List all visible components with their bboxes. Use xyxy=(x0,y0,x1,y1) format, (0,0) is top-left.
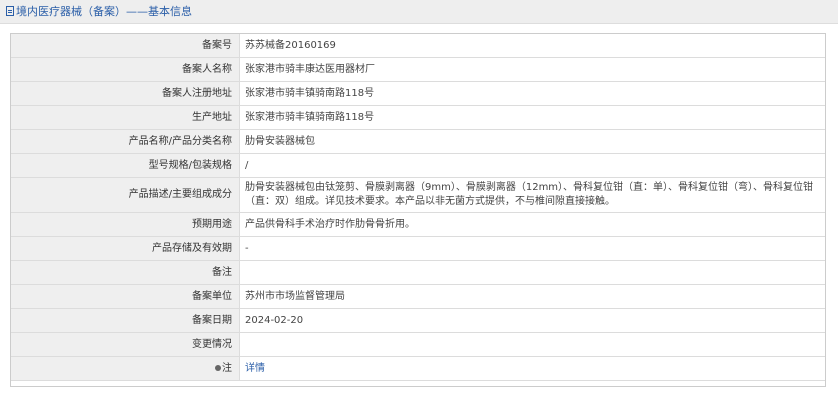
row-value: 张家港市骑丰镇骑南路118号 xyxy=(239,81,825,106)
table-row: 备案单位 苏州市市场监督管理局 xyxy=(11,284,825,309)
table-row: 生产地址 张家港市骑丰镇骑南路118号 xyxy=(11,105,825,130)
table-row: 备注 xyxy=(11,260,825,285)
row-label: 备注 xyxy=(11,260,240,285)
table-row: 产品存储及有效期 - xyxy=(11,236,825,261)
row-value: 张家港市骑丰康达医用器材厂 xyxy=(239,57,825,82)
row-value: 详情 xyxy=(239,356,825,381)
row-label: 产品名称/产品分类名称 xyxy=(11,129,240,154)
table-row: 备案号 苏苏械备20160169 xyxy=(11,34,825,58)
row-label: 备案号 xyxy=(11,34,240,58)
note-label: 注 xyxy=(11,356,240,381)
pin-icon xyxy=(215,364,221,371)
row-label: 备案日期 xyxy=(11,308,240,333)
table-row: 备案人名称 张家港市骑丰康达医用器材厂 xyxy=(11,57,825,82)
row-value xyxy=(239,260,825,285)
table-row: 预期用途 产品供骨科手术治疗时作肋骨骨折用。 xyxy=(11,212,825,237)
details-link[interactable]: 详情 xyxy=(245,363,265,374)
row-label: 备案单位 xyxy=(11,284,240,309)
table-row: 注 详情 xyxy=(11,356,825,381)
row-label: 型号规格/包装规格 xyxy=(11,153,240,178)
table-row: 备案日期 2024-02-20 xyxy=(11,308,825,333)
row-value: 肋骨安装器械包 xyxy=(239,129,825,154)
row-label: 生产地址 xyxy=(11,105,240,130)
table-row: 变更情况 xyxy=(11,332,825,357)
row-label: 备案人名称 xyxy=(11,57,240,82)
row-value: 苏州市市场监督管理局 xyxy=(239,284,825,309)
row-value: 肋骨安装器械包由钛笼剪、骨膜剥离器（9mm）、骨膜剥离器（12mm）、骨科复位钳… xyxy=(239,177,825,213)
row-value: - xyxy=(239,236,825,261)
row-value: 张家港市骑丰镇骑南路118号 xyxy=(239,105,825,130)
table-row: 产品描述/主要组成成分 肋骨安装器械包由钛笼剪、骨膜剥离器（9mm）、骨膜剥离器… xyxy=(11,177,825,213)
page-title-text: 境内医疗器械（备案）——基本信息 xyxy=(16,5,192,18)
row-label: 产品描述/主要组成成分 xyxy=(11,177,240,213)
row-value: / xyxy=(239,153,825,178)
document-icon xyxy=(6,6,14,16)
row-value xyxy=(239,332,825,357)
row-value: 产品供骨科手术治疗时作肋骨骨折用。 xyxy=(239,212,825,237)
row-label: 注 xyxy=(222,362,232,374)
row-label: 产品存储及有效期 xyxy=(11,236,240,261)
row-label: 变更情况 xyxy=(11,332,240,357)
table-row: 产品名称/产品分类名称 肋骨安装器械包 xyxy=(11,129,825,154)
table-row: 型号规格/包装规格 / xyxy=(11,153,825,178)
info-panel: 备案号 苏苏械备20160169 备案人名称 张家港市骑丰康达医用器材厂 备案人… xyxy=(10,33,826,387)
row-value: 2024-02-20 xyxy=(239,308,825,333)
row-label: 预期用途 xyxy=(11,212,240,237)
info-table: 备案号 苏苏械备20160169 备案人名称 张家港市骑丰康达医用器材厂 备案人… xyxy=(11,34,825,381)
row-label: 备案人注册地址 xyxy=(11,81,240,106)
table-row: 备案人注册地址 张家港市骑丰镇骑南路118号 xyxy=(11,81,825,106)
page-title: 境内医疗器械（备案）——基本信息 xyxy=(6,0,192,24)
row-value: 苏苏械备20160169 xyxy=(239,34,825,58)
page-header: 境内医疗器械（备案）——基本信息 xyxy=(0,0,838,24)
